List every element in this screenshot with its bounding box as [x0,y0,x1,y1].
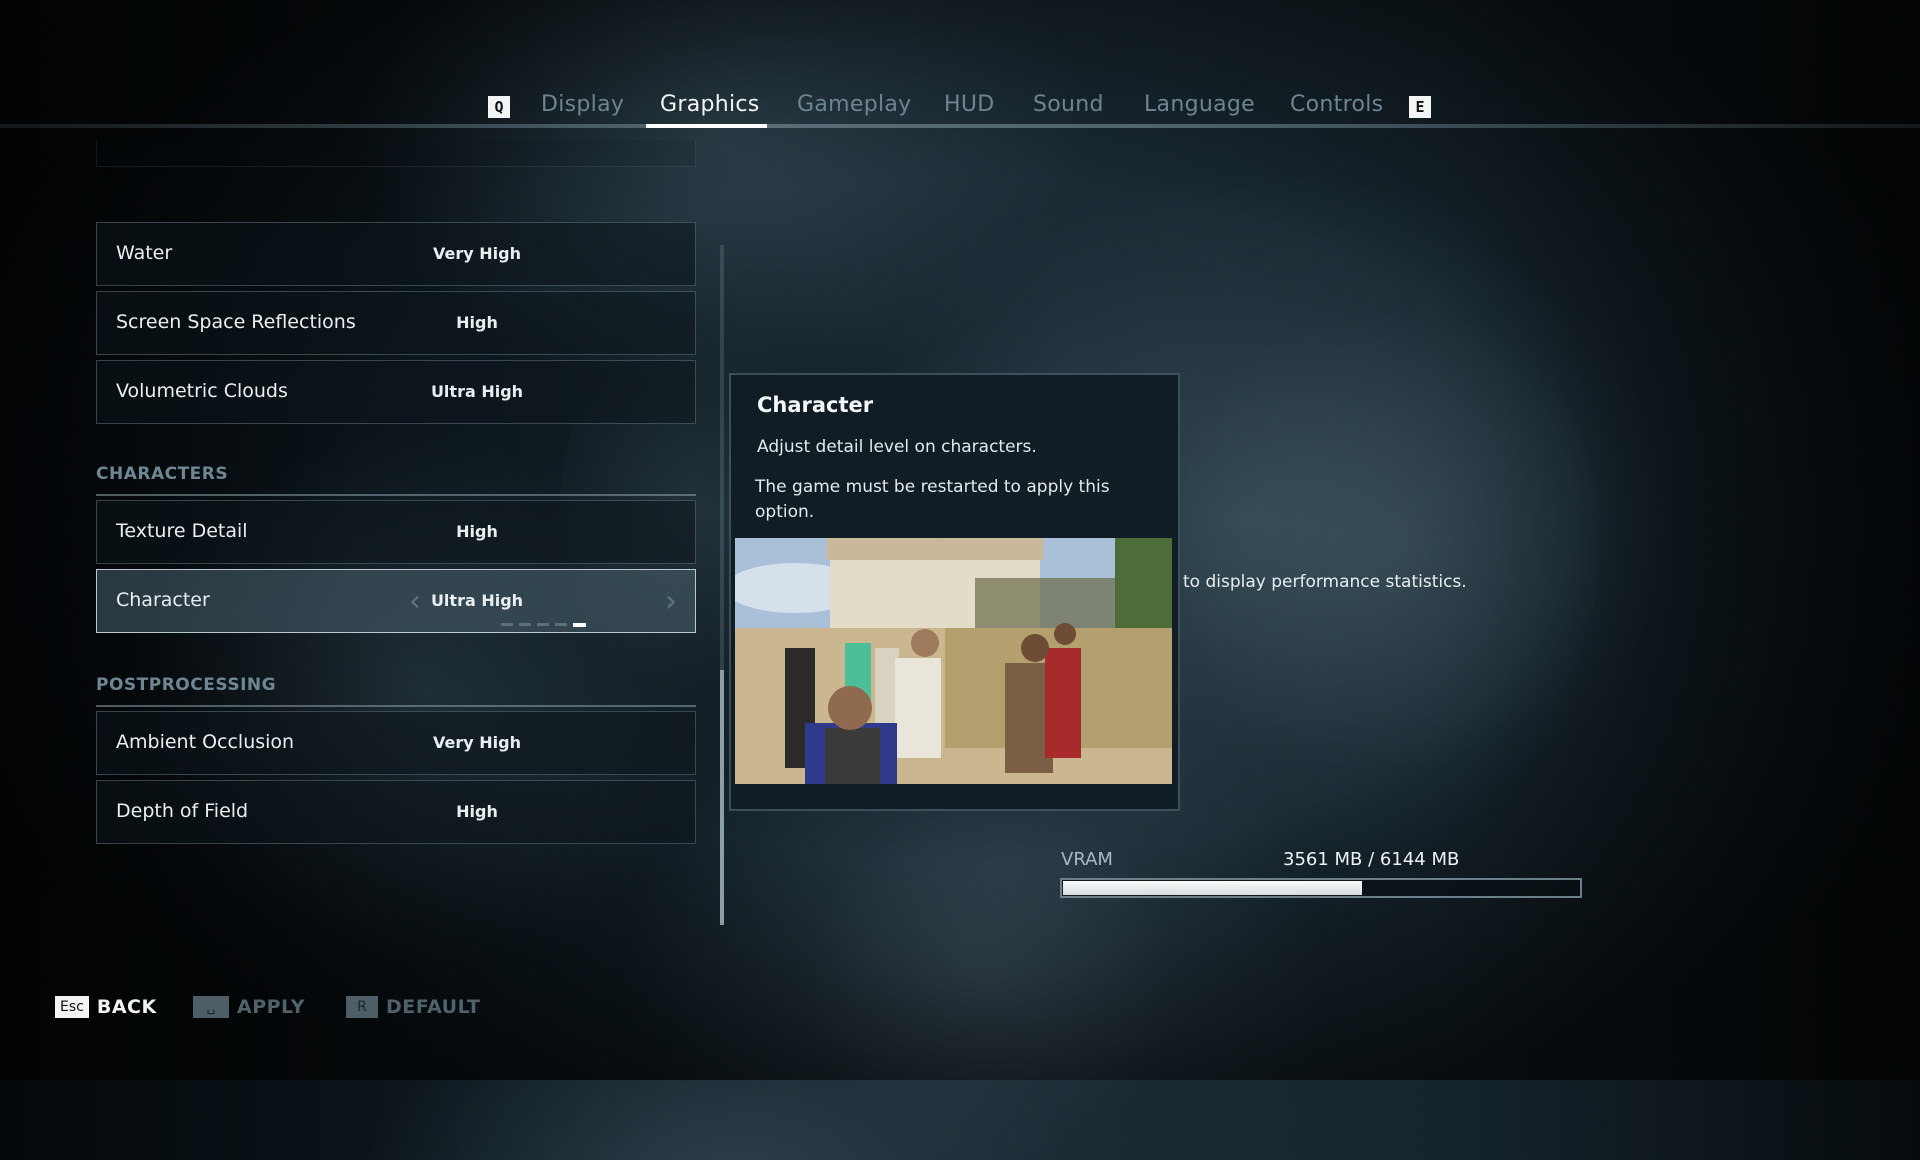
active-tab-underline [646,124,767,128]
setting-label: Ambient Occlusion [116,731,295,753]
settings-scrollbar[interactable] [720,245,724,925]
next-tab-key[interactable]: E [1409,96,1431,118]
tab-controls[interactable]: Controls [1290,92,1383,117]
level-dot [501,623,513,626]
setting-tooltip: Character Adjust detail level on charact… [729,373,1180,811]
section-header-postprocessing: POSTPROCESSING [96,675,696,707]
chevron-right-icon[interactable]: › [665,584,677,619]
tooltip-title: Character [757,393,874,417]
vram-label: VRAM [1061,849,1113,870]
default-button[interactable]: R DEFAULT [346,994,481,1020]
setting-value: High [456,313,498,332]
level-dot-active [573,623,586,627]
section-title: CHARACTERS [96,464,229,484]
tab-display[interactable]: Display [541,92,624,117]
tooltip-restart-note: The game must be restarted to apply this… [755,477,1110,522]
background-statue-right [1180,280,1600,800]
settings-row-ambient-occlusion[interactable]: Ambient Occlusion Very High [96,711,696,775]
header-divider [0,124,1920,128]
level-indicator [501,623,586,627]
vram-usage-text: 3561 MB / 6144 MB [1283,849,1460,870]
scrollbar-thumb[interactable] [720,670,724,925]
settings-row-volumetric-clouds[interactable]: Volumetric Clouds Ultra High [96,360,696,424]
setting-value: High [456,802,498,821]
tab-sound[interactable]: Sound [1033,92,1104,117]
prev-tab-key[interactable]: Q [488,96,510,118]
default-label: DEFAULT [386,996,481,1018]
settings-row-character[interactable]: Character ‹ Ultra High › [96,569,696,633]
section-rule [96,705,696,707]
esc-key-icon: Esc [55,996,89,1018]
settings-row-water[interactable]: Water Very High [96,222,696,286]
tab-hud[interactable]: HUD [944,92,995,117]
tab-gameplay[interactable]: Gameplay [797,92,911,117]
spacebar-key-icon: ␣ [193,996,229,1018]
vram-usage-bar [1060,878,1582,898]
setting-value: Ultra High [430,382,524,401]
r-key-icon: R [346,996,378,1018]
setting-label: Texture Detail [116,520,248,542]
back-button[interactable]: Esc BACK [55,994,157,1020]
apply-button[interactable]: ␣ APPLY [193,994,305,1020]
setting-label: Water [116,242,173,264]
section-title: POSTPROCESSING [96,675,277,695]
back-label: BACK [96,996,157,1018]
settings-row-texture-detail[interactable]: Texture Detail High [96,500,696,564]
settings-row-screen-space-reflections[interactable]: Screen Space Reflections High [96,291,696,355]
setting-label: Volumetric Clouds [116,380,288,402]
setting-value: Ultra High [430,591,524,610]
apply-label: APPLY [237,996,305,1018]
level-dot [555,623,567,626]
settings-row-depth-of-field[interactable]: Depth of Field High [96,780,696,844]
section-header-characters: CHARACTERS [96,464,696,496]
settings-row-clipped[interactable] [96,140,696,167]
setting-value: Very High [433,733,521,752]
setting-label: Character [116,589,210,611]
setting-value: Very High [433,244,521,263]
tooltip-description: Adjust detail level on characters. [757,437,1037,457]
level-dot [537,623,549,626]
tab-language[interactable]: Language [1144,92,1255,117]
section-rule [96,494,696,496]
level-dot [519,623,531,626]
vram-usage-fill [1063,881,1363,895]
background-shield [780,800,1200,1160]
performance-hint-text: to display performance statistics. [1183,572,1467,592]
setting-value: High [456,522,498,541]
tooltip-preview-image [735,538,1172,784]
setting-label: Depth of Field [116,800,249,822]
tab-graphics[interactable]: Graphics [660,92,760,117]
preview-illustration [735,538,1172,784]
